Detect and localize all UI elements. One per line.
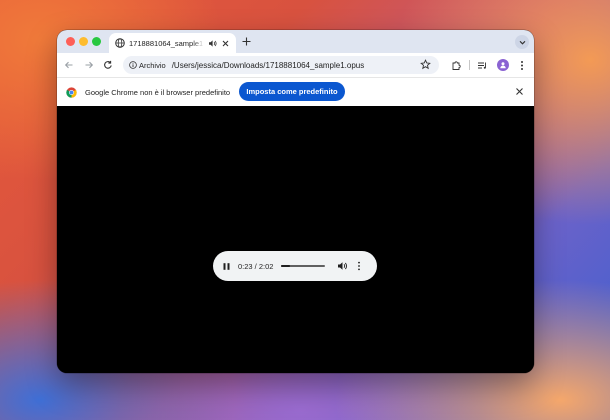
info-icon xyxy=(129,61,137,69)
tab-title: 1718881064_sample1.opus xyxy=(129,38,204,48)
default-browser-infobar: Google Chrome non è il browser predefini… xyxy=(57,77,534,106)
pause-icon[interactable] xyxy=(222,262,231,271)
new-tab-button[interactable] xyxy=(241,36,252,47)
menu-icon[interactable] xyxy=(516,59,528,71)
seek-slider-fill xyxy=(281,265,290,267)
chevron-down-icon xyxy=(519,40,525,45)
address-bar[interactable]: Archivio /Users/jessica/Downloads/171888… xyxy=(123,56,439,74)
bookmark-star-icon[interactable] xyxy=(420,59,431,70)
media-control-icon[interactable] xyxy=(476,59,488,71)
more-options-icon[interactable] xyxy=(357,261,363,271)
user-icon xyxy=(500,62,506,69)
reload-icon[interactable] xyxy=(102,59,114,71)
forward-icon[interactable] xyxy=(83,59,95,71)
browser-window: 1718881064_sample1.opus A xyxy=(57,30,534,373)
extensions-icon[interactable] xyxy=(450,59,462,71)
url-text: /Users/jessica/Downloads/1718881064_samp… xyxy=(171,60,365,70)
site-info-label: Archivio xyxy=(139,60,166,70)
toolbar: Archivio /Users/jessica/Downloads/171888… xyxy=(57,53,534,77)
audio-player: 0:23 / 2:02 xyxy=(213,251,377,281)
infobar-message: Google Chrome non è il browser predefini… xyxy=(85,88,231,97)
volume-icon[interactable] xyxy=(337,261,348,271)
speaker-icon[interactable] xyxy=(208,39,217,48)
tab-strip: 1718881064_sample1.opus xyxy=(57,30,534,53)
toolbar-separator xyxy=(469,60,470,70)
set-default-button[interactable]: Imposta come predefinito xyxy=(239,82,345,101)
close-icon[interactable] xyxy=(221,39,230,48)
window-close-button[interactable] xyxy=(66,37,75,46)
tab-search-button[interactable] xyxy=(515,35,529,49)
close-icon[interactable] xyxy=(515,87,525,97)
media-viewport: 0:23 / 2:02 xyxy=(57,106,534,373)
window-minimize-button[interactable] xyxy=(79,37,88,46)
window-maximize-button[interactable] xyxy=(92,37,101,46)
back-icon[interactable] xyxy=(63,59,75,71)
seek-slider[interactable] xyxy=(281,265,326,267)
globe-icon xyxy=(115,38,125,48)
profile-avatar[interactable] xyxy=(497,59,509,71)
site-info-chip[interactable]: Archivio xyxy=(129,61,166,70)
tab-active[interactable]: 1718881064_sample1.opus xyxy=(109,33,236,53)
chrome-logo-icon xyxy=(66,87,77,98)
time-display: 0:23 / 2:02 xyxy=(238,261,274,271)
